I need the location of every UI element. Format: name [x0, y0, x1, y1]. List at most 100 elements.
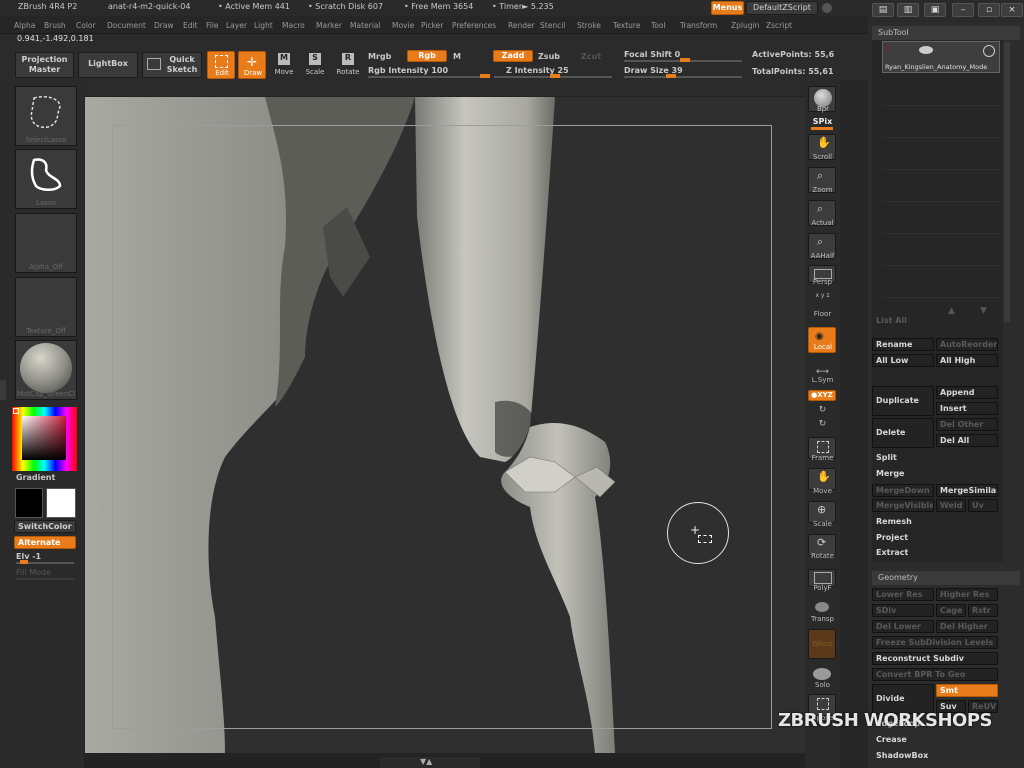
switch-color-button[interactable]: SwitchColor: [14, 520, 76, 533]
scale-button[interactable]: S Scale: [302, 51, 328, 79]
remesh-menu[interactable]: Remesh: [876, 517, 912, 526]
texture-off[interactable]: Texture_Off: [15, 277, 77, 337]
duplicate-button[interactable]: Duplicate: [872, 386, 934, 416]
menu-zscript[interactable]: Zscript: [766, 21, 792, 30]
xyz-button[interactable]: ●XYZ: [808, 390, 836, 401]
menu-texture[interactable]: Texture: [613, 21, 640, 30]
draw-button[interactable]: ✛ Draw: [238, 51, 266, 79]
select-lasso-brush[interactable]: SelectLasso: [15, 86, 77, 146]
main-color-swatch[interactable]: [46, 488, 76, 518]
merge-visible-button[interactable]: MergeVisible: [872, 499, 934, 512]
subtool-empty-slot[interactable]: [882, 140, 1000, 170]
elv-knob[interactable]: [20, 560, 28, 564]
maximize-icon[interactable]: ▫: [978, 3, 1000, 17]
merge-similar-button[interactable]: MergeSimilar: [936, 484, 998, 497]
menu-movie[interactable]: Movie: [392, 21, 414, 30]
freeze-subdiv-button[interactable]: Freeze SubDivision Levels: [872, 636, 998, 649]
menu-draw[interactable]: Draw: [154, 21, 174, 30]
rotate-button[interactable]: R Rotate: [334, 51, 362, 79]
append-button[interactable]: Append: [936, 386, 998, 399]
minimize-icon[interactable]: –: [952, 3, 974, 17]
visibility-icon[interactable]: [983, 45, 995, 57]
all-low-button[interactable]: All Low: [872, 354, 934, 367]
menu-light[interactable]: Light: [254, 21, 273, 30]
bpr-button[interactable]: Bpr: [808, 86, 836, 113]
fill-mode-slider[interactable]: Fill Mode: [16, 568, 51, 577]
list-all-button[interactable]: List All: [876, 316, 907, 325]
auto-reorder-button[interactable]: AutoReorder: [936, 338, 998, 351]
secondary-color-swatch[interactable]: [15, 488, 43, 518]
del-higher-button[interactable]: Del Higher: [936, 620, 998, 633]
menu-transform[interactable]: Transform: [680, 21, 717, 30]
menu-render[interactable]: Render: [508, 21, 535, 30]
split-menu[interactable]: Split: [876, 453, 897, 462]
menus-button[interactable]: Menus: [711, 1, 744, 15]
rename-button[interactable]: Rename: [872, 338, 934, 351]
subtool-empty-slot[interactable]: [882, 236, 1000, 266]
subtool-item-active[interactable]: / Ryan_Kingslien_Anatomy_Mode: [882, 41, 1000, 73]
focal-shift-slider[interactable]: Focal Shift 0: [624, 50, 680, 59]
lsym-label[interactable]: L.Sym: [805, 376, 840, 384]
layout-alt-icon[interactable]: ▥: [897, 3, 919, 17]
menu-marker[interactable]: Marker: [316, 21, 342, 30]
merge-menu[interactable]: Merge: [876, 469, 904, 478]
lightbox-button[interactable]: LightBox: [78, 52, 138, 78]
layout-icon[interactable]: ▤: [872, 3, 894, 17]
zcut-button[interactable]: Zcut: [581, 52, 601, 61]
menu-stencil[interactable]: Stencil: [540, 21, 565, 30]
alpha-off[interactable]: Alpha_Off: [15, 213, 77, 273]
rstr-button[interactable]: Rstr: [968, 604, 998, 617]
solo-icon[interactable]: [813, 668, 831, 680]
menu-layer[interactable]: Layer: [226, 21, 247, 30]
material-matcap[interactable]: MatCap_GreenCl: [15, 340, 77, 400]
local-button[interactable]: ◉ Local: [808, 327, 836, 353]
rotate-y-icon[interactable]: ↻: [805, 405, 840, 415]
rgb-intensity-slider[interactable]: Rgb Intensity 100: [368, 66, 448, 75]
delete-button[interactable]: Delete: [872, 418, 934, 448]
default-zscript-button[interactable]: DefaultZScript: [746, 1, 818, 15]
menu-color[interactable]: Color: [76, 21, 96, 30]
crease-menu[interactable]: Crease: [876, 735, 907, 744]
lock-icon[interactable]: ▣: [924, 3, 946, 17]
cage-button[interactable]: Cage: [936, 604, 966, 617]
higher-res-button[interactable]: Higher Res: [936, 588, 998, 601]
spix-slider[interactable]: SPix: [805, 117, 840, 126]
ghost-button[interactable]: Ghost: [808, 629, 836, 659]
color-square[interactable]: [22, 416, 66, 460]
close-icon[interactable]: ×: [1001, 3, 1023, 17]
arrow-down-icon[interactable]: ▼: [980, 306, 987, 316]
help-icon[interactable]: [822, 3, 832, 13]
focal-shift-knob[interactable]: [680, 58, 690, 62]
menu-material[interactable]: Material: [350, 21, 380, 30]
z-intensity-knob[interactable]: [550, 74, 560, 78]
move-button[interactable]: M Move: [271, 51, 297, 79]
mrgb-button[interactable]: Mrgb: [368, 52, 391, 61]
extract-menu[interactable]: Extract: [876, 548, 908, 557]
menu-macro[interactable]: Macro: [282, 21, 305, 30]
subtool-empty-slot[interactable]: [882, 172, 1000, 202]
projection-master-button[interactable]: Projection Master: [15, 52, 74, 78]
del-lower-button[interactable]: Del Lower: [872, 620, 934, 633]
all-high-button[interactable]: All High: [936, 354, 998, 367]
menu-document[interactable]: Document: [107, 21, 146, 30]
subtool-empty-slot[interactable]: [882, 268, 1000, 298]
subtool-header[interactable]: SubTool: [872, 26, 1020, 40]
menu-alpha[interactable]: Alpha: [14, 21, 35, 30]
edit-button[interactable]: Edit: [207, 51, 235, 79]
del-other-button[interactable]: Del Other: [936, 418, 998, 431]
uv-button[interactable]: Uv: [968, 499, 998, 512]
zadd-button[interactable]: Zadd: [493, 50, 533, 62]
project-menu[interactable]: Project: [876, 533, 908, 542]
bottom-tray-toggle[interactable]: ▼▲: [380, 757, 480, 768]
m-button[interactable]: M: [453, 52, 461, 61]
arrow-up-icon[interactable]: ▲: [948, 306, 955, 316]
weld-button[interactable]: Weld: [936, 499, 966, 512]
merge-down-button[interactable]: MergeDown: [872, 484, 934, 497]
smt-button[interactable]: Smt: [936, 684, 998, 697]
draw-size-knob[interactable]: [666, 74, 676, 78]
menu-picker[interactable]: Picker: [421, 21, 443, 30]
subtool-scrollbar[interactable]: [1004, 42, 1010, 322]
lower-res-button[interactable]: Lower Res: [872, 588, 934, 601]
shadowbox-menu[interactable]: ShadowBox: [876, 751, 928, 760]
zsub-button[interactable]: Zsub: [538, 52, 560, 61]
